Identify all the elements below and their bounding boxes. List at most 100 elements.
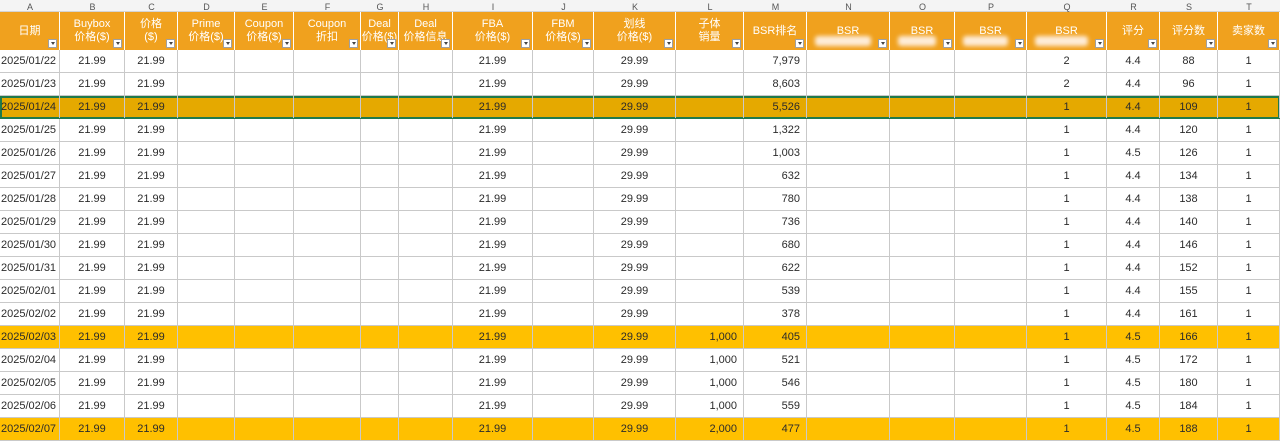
list-price-cell[interactable]: 29.99 [594, 165, 676, 187]
empty-cell[interactable] [807, 211, 890, 233]
empty-cell[interactable] [178, 211, 235, 233]
empty-cell[interactable] [399, 395, 453, 417]
empty-cell[interactable] [399, 372, 453, 394]
list-price-cell[interactable]: 29.99 [594, 257, 676, 279]
sellers-count-cell[interactable]: 1 [1218, 418, 1280, 440]
reviews-count-cell[interactable]: 109 [1160, 96, 1218, 118]
list-price-cell[interactable]: 29.99 [594, 326, 676, 348]
empty-cell[interactable] [890, 280, 955, 302]
empty-cell[interactable] [294, 73, 361, 95]
empty-cell[interactable] [399, 326, 453, 348]
empty-cell[interactable] [399, 73, 453, 95]
bsr-rank-cell[interactable]: 7,979 [744, 50, 807, 72]
column-letter-q[interactable]: Q [1027, 2, 1107, 12]
rating-cell[interactable]: 4.4 [1107, 119, 1160, 141]
empty-cell[interactable] [955, 142, 1027, 164]
empty-cell[interactable] [361, 326, 399, 348]
empty-cell[interactable] [533, 326, 594, 348]
empty-cell[interactable] [955, 119, 1027, 141]
sub-sales-cell[interactable] [676, 280, 744, 302]
buybox-price-cell[interactable]: 21.99 [60, 211, 125, 233]
header-cell-g[interactable]: Deal 价格($) [361, 12, 399, 50]
column-letter-g[interactable]: G [361, 2, 399, 12]
filter-dropdown-icon[interactable] [113, 39, 122, 48]
fba-price-cell[interactable]: 21.99 [453, 119, 533, 141]
rating-cell[interactable]: 4.5 [1107, 142, 1160, 164]
price-cell[interactable]: 21.99 [125, 211, 178, 233]
date-cell[interactable]: 2025/02/03 [0, 326, 60, 348]
bsr-category-cell[interactable]: 1 [1027, 395, 1107, 417]
buybox-price-cell[interactable]: 21.99 [60, 257, 125, 279]
empty-cell[interactable] [294, 234, 361, 256]
header-cell-f[interactable]: Coupon 折扣 [294, 12, 361, 50]
empty-cell[interactable] [890, 395, 955, 417]
reviews-count-cell[interactable]: 166 [1160, 326, 1218, 348]
empty-cell[interactable] [235, 418, 294, 440]
buybox-price-cell[interactable]: 21.99 [60, 165, 125, 187]
empty-cell[interactable] [955, 96, 1027, 118]
sub-sales-cell[interactable] [676, 119, 744, 141]
empty-cell[interactable] [235, 372, 294, 394]
empty-cell[interactable] [235, 349, 294, 371]
column-letter-m[interactable]: M [744, 2, 807, 12]
empty-cell[interactable] [533, 349, 594, 371]
empty-cell[interactable] [361, 234, 399, 256]
bsr-rank-cell[interactable]: 736 [744, 211, 807, 233]
header-cell-q[interactable]: BSR [1027, 12, 1107, 50]
table-row[interactable]: 2025/02/06 21.99 21.99 21.99 29.99 1,000 559 1 4… [0, 395, 1280, 418]
column-letter-t[interactable]: T [1218, 2, 1280, 12]
date-cell[interactable]: 2025/02/02 [0, 303, 60, 325]
empty-cell[interactable] [955, 188, 1027, 210]
bsr-rank-cell[interactable]: 780 [744, 188, 807, 210]
buybox-price-cell[interactable]: 21.99 [60, 349, 125, 371]
empty-cell[interactable] [361, 280, 399, 302]
empty-cell[interactable] [955, 257, 1027, 279]
list-price-cell[interactable]: 29.99 [594, 211, 676, 233]
empty-cell[interactable] [807, 188, 890, 210]
reviews-count-cell[interactable]: 152 [1160, 257, 1218, 279]
table-row[interactable]: 2025/01/22 21.99 21.99 21.99 29.99 7,979 2 4.4 8… [0, 50, 1280, 73]
fba-price-cell[interactable]: 21.99 [453, 142, 533, 164]
header-cell-s[interactable]: 评分数 [1160, 12, 1218, 50]
empty-cell[interactable] [890, 349, 955, 371]
empty-cell[interactable] [294, 326, 361, 348]
rating-cell[interactable]: 4.5 [1107, 326, 1160, 348]
empty-cell[interactable] [361, 96, 399, 118]
table-row[interactable]: 2025/01/30 21.99 21.99 21.99 29.99 680 1 4.4 146… [0, 234, 1280, 257]
empty-cell[interactable] [955, 211, 1027, 233]
date-cell[interactable]: 2025/01/25 [0, 119, 60, 141]
rating-cell[interactable]: 4.4 [1107, 257, 1160, 279]
empty-cell[interactable] [294, 165, 361, 187]
price-cell[interactable]: 21.99 [125, 165, 178, 187]
empty-cell[interactable] [399, 349, 453, 371]
empty-cell[interactable] [955, 326, 1027, 348]
date-cell[interactable]: 2025/02/07 [0, 418, 60, 440]
empty-cell[interactable] [178, 303, 235, 325]
empty-cell[interactable] [399, 142, 453, 164]
list-price-cell[interactable]: 29.99 [594, 119, 676, 141]
empty-cell[interactable] [235, 303, 294, 325]
header-cell-d[interactable]: Prime 价格($) [178, 12, 235, 50]
reviews-count-cell[interactable]: 120 [1160, 119, 1218, 141]
bsr-rank-cell[interactable]: 622 [744, 257, 807, 279]
rating-cell[interactable]: 4.5 [1107, 418, 1160, 440]
rating-cell[interactable]: 4.4 [1107, 234, 1160, 256]
bsr-category-cell[interactable]: 1 [1027, 257, 1107, 279]
fba-price-cell[interactable]: 21.99 [453, 234, 533, 256]
filter-dropdown-icon[interactable] [48, 39, 57, 48]
column-letter-a[interactable]: A [0, 2, 60, 12]
filter-dropdown-icon[interactable] [1015, 39, 1024, 48]
reviews-count-cell[interactable]: 146 [1160, 234, 1218, 256]
empty-cell[interactable] [533, 372, 594, 394]
empty-cell[interactable] [955, 234, 1027, 256]
column-letter-p[interactable]: P [955, 2, 1027, 12]
sellers-count-cell[interactable]: 1 [1218, 303, 1280, 325]
rating-cell[interactable]: 4.4 [1107, 188, 1160, 210]
empty-cell[interactable] [178, 142, 235, 164]
empty-cell[interactable] [533, 211, 594, 233]
date-cell[interactable]: 2025/01/28 [0, 188, 60, 210]
price-cell[interactable]: 21.99 [125, 257, 178, 279]
bsr-category-cell[interactable]: 1 [1027, 165, 1107, 187]
empty-cell[interactable] [807, 372, 890, 394]
header-cell-j[interactable]: FBM 价格($) [533, 12, 594, 50]
